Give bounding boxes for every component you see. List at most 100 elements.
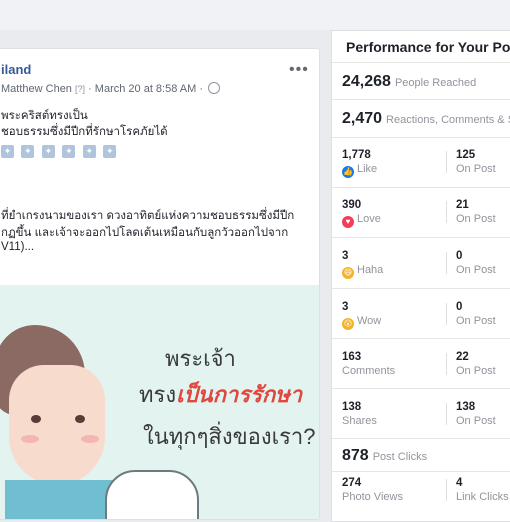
love-on-post-stat: 21 On Post <box>456 199 496 225</box>
reactions-total-value: 2,470 <box>342 110 383 127</box>
illustration-eye <box>31 415 41 423</box>
image-caption-line1: พระเจ้า <box>165 346 236 371</box>
post-options-button[interactable]: ••• <box>289 61 309 79</box>
post-image[interactable]: พระเจ้า ทรงเป็นการรักษา ในทุกๆสิ่งของเรา… <box>0 285 319 519</box>
post-clicks-label: Post Clicks <box>372 451 428 463</box>
illustration-cheek <box>21 435 39 443</box>
comments-count: 163 <box>342 351 362 363</box>
wow-on-post-stat: 0 On Post <box>456 301 496 327</box>
post-clicks-stat: 878 Post Clicks <box>342 447 427 465</box>
column-divider <box>446 403 447 425</box>
haha-on-post-count: 0 <box>456 250 463 262</box>
wow-on-post-count: 0 <box>456 301 463 313</box>
column-divider <box>446 201 447 223</box>
like-on-post-label: On Post <box>456 163 496 175</box>
haha-label: Haha <box>357 264 384 276</box>
image-caption-line2: ทรงเป็นการรักษา <box>139 377 302 412</box>
post-timestamp[interactable]: March 20 at 8:58 AM <box>95 83 197 95</box>
love-on-post-count: 21 <box>456 199 469 211</box>
image-caption-highlight: เป็นการรักษา <box>176 382 303 407</box>
photo-views-label: Photo Views <box>342 491 403 503</box>
comments-on-post-label: On Post <box>456 365 496 377</box>
top-bar <box>0 0 510 30</box>
author-name[interactable]: Matthew Chen <box>1 83 72 95</box>
shares-on-post-count: 138 <box>456 401 476 413</box>
comments-on-post-count: 22 <box>456 351 469 363</box>
reactions-total-stat: 2,470 Reactions, Comments & S <box>342 110 510 128</box>
like-on-post-count: 125 <box>456 149 476 161</box>
divider <box>332 187 510 188</box>
post-text-line: ที่ยำเกรงนามของเรา ดวงอาทิตย์แห่งความชอบ… <box>1 210 295 222</box>
photo-views-stat: 274 Photo Views <box>342 477 403 503</box>
column-divider <box>446 151 447 173</box>
link-clicks-stat: 4 Link Clicks <box>456 477 509 503</box>
post-text-line: ชอบธรรมซึ่งมีปีกที่รักษาโรคภัยได้ <box>1 126 168 138</box>
wow-stat: 3 😮 Wow <box>342 301 381 330</box>
post-meta: Matthew Chen [?] · March 20 at 8:58 AM · <box>1 82 221 95</box>
link-clicks-count: 4 <box>456 477 463 489</box>
column-divider <box>446 303 447 325</box>
haha-on-post-label: On Post <box>456 264 496 276</box>
comments-on-post-stat: 22 On Post <box>456 351 496 377</box>
wow-count: 3 <box>342 301 349 313</box>
post-text-line[interactable]: V11)... <box>1 241 34 253</box>
image-caption-prefix: ทรง <box>139 382 177 407</box>
wow-label: Wow <box>357 315 382 327</box>
column-divider <box>446 479 447 501</box>
illustration-face <box>9 365 105 485</box>
photo-views-count: 274 <box>342 477 362 489</box>
wow-on-post-label: On Post <box>456 315 496 327</box>
divider <box>332 388 510 389</box>
divider <box>332 99 510 100</box>
like-stat: 1,778 👍 Like <box>342 149 377 178</box>
shares-on-post-stat: 138 On Post <box>456 401 496 427</box>
love-stat: 390 ♥ Love <box>342 199 381 228</box>
post-card: iland Matthew Chen [?] · March 20 at 8:5… <box>0 48 320 520</box>
shares-count: 138 <box>342 401 362 413</box>
author-badge: [?] <box>75 84 86 94</box>
like-count: 1,778 <box>342 149 371 161</box>
shares-label: Shares <box>342 415 377 427</box>
illustration-coat <box>105 470 199 519</box>
divider <box>332 288 510 289</box>
love-on-post-label: On Post <box>456 213 496 225</box>
comments-stat: 163 Comments <box>342 351 395 377</box>
divider <box>332 471 510 472</box>
page-name-link[interactable]: iland <box>1 62 31 77</box>
shares-on-post-label: On Post <box>456 415 496 427</box>
reactions-total-label: Reactions, Comments & S <box>386 114 510 126</box>
like-label: Like <box>357 163 378 175</box>
divider <box>332 137 510 138</box>
sparkle-icon: ✦ <box>1 145 14 158</box>
comments-label: Comments <box>342 365 396 377</box>
sparkle-icon: ✦ <box>21 145 35 158</box>
emoji-row: ✦ ✦ ✦ ✦ ✦ ✦ <box>1 141 119 158</box>
sparkle-icon: ✦ <box>41 145 55 158</box>
divider <box>332 237 510 238</box>
love-icon: ♥ <box>342 216 354 228</box>
post-text-line: กฏขึ้น และเจ้าจะออกไปโลดเต้นเหมือนกับลูก… <box>1 227 289 239</box>
divider <box>332 338 510 339</box>
sparkle-icon: ✦ <box>82 145 96 158</box>
illustration-eye <box>75 415 85 423</box>
image-caption-line3: ในทุกๆสิ่งของเรา? <box>143 424 316 449</box>
haha-on-post-stat: 0 On Post <box>456 250 496 276</box>
divider <box>332 438 510 439</box>
love-label: Love <box>357 213 381 225</box>
wow-icon: 😮 <box>342 318 354 330</box>
column-divider <box>446 353 447 375</box>
sparkle-icon: ✦ <box>62 145 76 158</box>
panel-title: Performance for Your Po <box>346 39 510 55</box>
sparkle-icon: ✦ <box>103 145 117 158</box>
illustration-cheek <box>81 435 99 443</box>
people-reached-stat: 24,268 People Reached <box>342 73 476 91</box>
like-on-post-stat: 125 On Post <box>456 149 496 175</box>
performance-panel: Performance for Your Po 24,268 People Rea… <box>331 30 510 522</box>
people-reached-label: People Reached <box>394 77 477 89</box>
post-clicks-value: 878 <box>342 447 369 464</box>
link-clicks-label: Link Clicks <box>456 491 509 503</box>
haha-stat: 3 😆 Haha <box>342 250 383 279</box>
divider <box>332 62 510 63</box>
love-count: 390 <box>342 199 362 211</box>
column-divider <box>446 252 447 274</box>
